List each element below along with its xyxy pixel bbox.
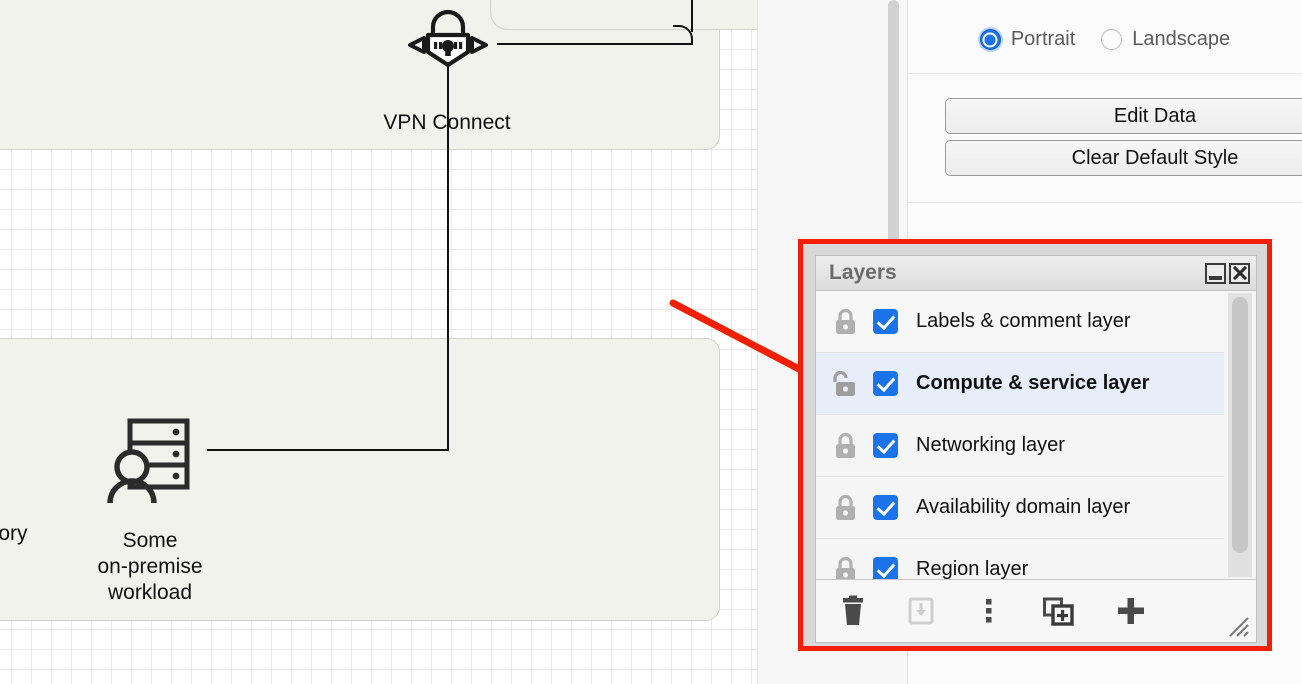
clear-default-style-button[interactable]: Clear Default Style (945, 140, 1302, 176)
lock-open-icon[interactable] (832, 369, 859, 399)
landscape-radio-icon[interactable] (1101, 29, 1123, 50)
server-user-glyph (107, 418, 190, 504)
plus-icon[interactable] (1114, 595, 1148, 627)
radio-portrait[interactable]: Portrait (979, 28, 1076, 51)
layer-name: Compute & service layer (916, 372, 1150, 394)
layers-title: Layers (829, 261, 897, 284)
screen-root: VPN Connect Some on-premise workload cto… (0, 0, 1302, 684)
layers-toolbar (816, 580, 1256, 642)
layers-window[interactable]: Layers Labels & comment layer Compute & … (815, 255, 1257, 643)
layer-row[interactable]: Availability domain layer (816, 477, 1224, 539)
vpn-lock-icon[interactable] (400, 8, 496, 83)
move-to-tray-icon[interactable] (906, 595, 936, 627)
minimize-icon[interactable] (1205, 262, 1226, 284)
layer-visible-checkbox[interactable] (873, 433, 898, 458)
layers-list: Labels & comment layer Compute & service… (816, 291, 1224, 580)
layer-name: Labels & comment layer (916, 310, 1131, 332)
layer-visible-checkbox[interactable] (873, 371, 898, 396)
onprem-workload-label: Some on-premise workload (97, 529, 203, 604)
layer-name: Networking layer (916, 434, 1065, 456)
lock-closed-icon[interactable] (832, 493, 859, 523)
layer-row[interactable]: Networking layer (816, 415, 1224, 477)
landscape-label: Landscape (1132, 28, 1231, 50)
vpn-connect-label: VPN Connect (383, 111, 511, 134)
lock-closed-icon[interactable] (832, 555, 859, 579)
layers-list-scrollbar[interactable] (1228, 293, 1252, 577)
layer-row[interactable]: Labels & comment layer (816, 291, 1224, 353)
container-shape-right[interactable] (490, 0, 757, 30)
server-user-icon[interactable] (105, 415, 200, 510)
connector-vpn-to-right-elbow (691, 0, 693, 32)
trash-icon[interactable] (838, 595, 868, 627)
connector-server-horizontal[interactable] (207, 449, 449, 451)
portrait-radio-icon[interactable] (979, 29, 1001, 50)
layer-row[interactable]: Region layer (816, 539, 1224, 580)
layer-name: Availability domain layer (916, 496, 1131, 518)
layer-visible-checkbox[interactable] (873, 309, 898, 334)
layer-row[interactable]: Compute & service layer (816, 353, 1224, 415)
duplicate-plus-icon[interactable] (1042, 595, 1076, 627)
lock-closed-icon[interactable] (832, 307, 859, 337)
radio-landscape[interactable]: Landscape (1101, 28, 1230, 51)
layers-panel-highlight: Layers Labels & comment layer Compute & … (798, 239, 1272, 651)
canvas-scrollbar-thumb[interactable] (888, 0, 899, 262)
kebab-menu-icon[interactable] (974, 595, 1004, 627)
layers-titlebar[interactable]: Layers (816, 256, 1256, 291)
clipped-directory-label: ctory (0, 522, 28, 545)
portrait-label: Portrait (1010, 28, 1076, 50)
layer-name: Region layer (916, 558, 1029, 580)
lock-closed-icon[interactable] (832, 431, 859, 461)
orientation-section: Portrait Landscape (908, 0, 1302, 74)
vpn-lock-glyph (408, 9, 488, 68)
layers-list-container: Labels & comment layer Compute & service… (816, 291, 1256, 580)
connector-vpn-to-right[interactable] (497, 43, 693, 45)
layer-visible-checkbox[interactable] (873, 557, 898, 579)
layers-scrollbar-thumb[interactable] (1232, 297, 1248, 553)
edit-data-button[interactable]: Edit Data (945, 98, 1302, 134)
layer-visible-checkbox[interactable] (873, 495, 898, 520)
resize-grip-icon[interactable] (1228, 616, 1250, 638)
diagram-canvas[interactable]: VPN Connect Some on-premise workload cto… (0, 0, 757, 684)
close-icon[interactable] (1229, 262, 1250, 284)
actions-section: Edit Data Clear Default Style (908, 74, 1302, 203)
